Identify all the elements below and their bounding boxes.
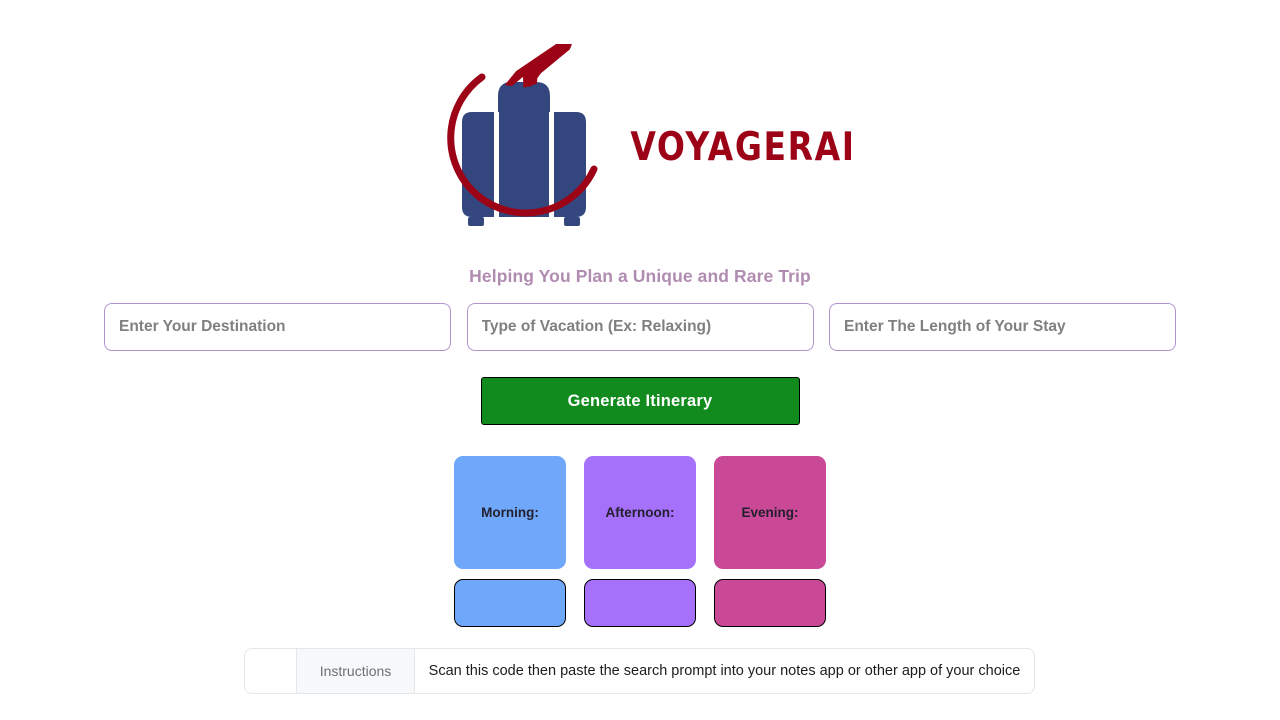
brand-logo: VOYAGERAI [424,44,855,249]
instructions-text-cell: Scan this code then paste the search pro… [428,663,1021,679]
tagline: Helping You Plan a Unique and Rare Trip [469,266,811,286]
instructions-bar: Instructions Scan this code then paste t… [244,648,1035,694]
afternoon-action-button[interactable] [584,579,696,627]
vacation-type-input[interactable] [466,303,814,351]
trip-input-row [104,303,1176,351]
period-card-morning: Morning: [454,456,566,627]
morning-action-button[interactable] [454,579,566,627]
period-card-afternoon: Afternoon: [584,456,696,627]
instructions-qr-cell [245,649,297,693]
evening-action-button[interactable] [714,579,826,627]
period-card-evening: Evening: [714,456,826,627]
voyagerai-app: VOYAGERAI Helping You Plan a Unique and … [0,0,1280,720]
generate-itinerary-button[interactable]: Generate Itinerary [480,377,800,425]
itinerary-period-cards: Morning: Afternoon: Evening: [0,456,1280,627]
suitcase-airplane-arc-logo-icon [424,44,624,249]
instructions-label-cell: Instructions [297,649,415,693]
brand-wordmark: VOYAGERAI [630,123,856,170]
destination-input[interactable] [104,303,451,351]
morning-label: Morning: [454,456,566,569]
afternoon-label: Afternoon: [584,456,696,569]
brand-logo-block: VOYAGERAI [0,44,1280,249]
generate-button-wrap: Generate Itinerary [0,377,1280,425]
evening-label: Evening: [714,456,826,569]
length-of-stay-input[interactable] [829,303,1176,351]
